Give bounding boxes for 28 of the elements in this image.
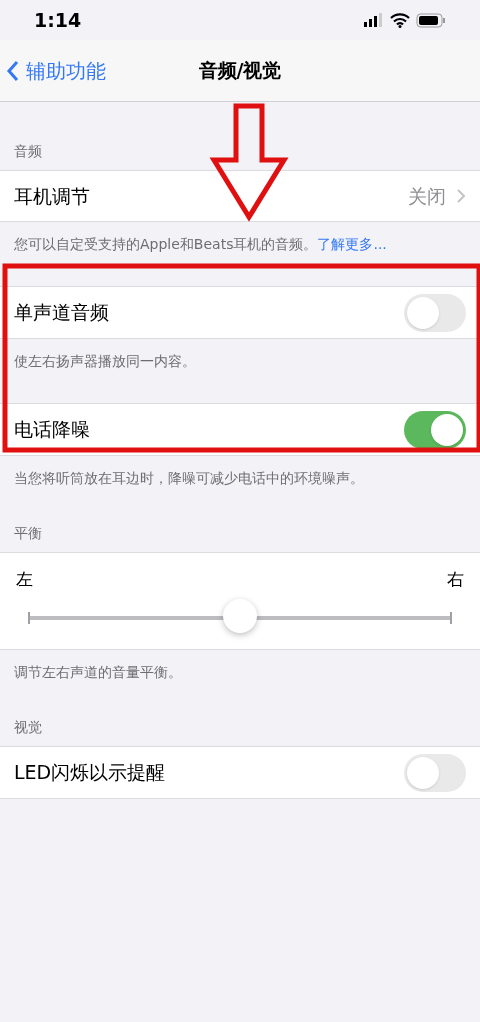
toggle-switch[interactable] <box>404 410 466 449</box>
back-chevron-icon <box>6 59 20 82</box>
battery-icon <box>416 12 446 28</box>
row-label: LED闪烁以示提醒 <box>14 760 167 786</box>
toggle-switch[interactable] <box>404 293 466 332</box>
section-footer: 您可以自定受支持的Apple和Beats耳机的音频。了解更多... <box>14 236 387 252</box>
wifi-icon <box>390 12 410 28</box>
learn-more-link[interactable]: 了解更多... <box>317 236 387 252</box>
row-label: 耳机调节 <box>14 183 91 209</box>
chevron-icon <box>456 188 466 204</box>
toggle-switch[interactable] <box>404 753 466 792</box>
section-header: 视觉 <box>14 718 42 737</box>
row-value: 关闭 <box>408 183 446 209</box>
row-label: 电话降噪 <box>14 417 91 443</box>
section-footer: 调节左右声道的音量平衡。 <box>14 664 182 680</box>
page-title: 音频/视觉 <box>198 58 282 84</box>
slider-thumb[interactable] <box>223 598 257 633</box>
row-label: 单声道音频 <box>14 300 110 326</box>
section-header: 平衡 <box>14 524 42 543</box>
left-label: 左 <box>15 568 33 591</box>
section-header: 音频 <box>14 142 42 161</box>
signal-icon <box>364 13 384 27</box>
right-label: 右 <box>447 568 465 591</box>
status-time: 1:14 <box>34 7 83 33</box>
section-footer: 使左右扬声器播放同一内容。 <box>14 353 196 369</box>
section-footer: 当您将听筒放在耳边时，降噪可减少电话中的环境噪声。 <box>14 470 364 486</box>
settings-row[interactable]: 耳机调节 关闭 <box>0 170 480 222</box>
back-button[interactable]: 辅助功能 <box>0 55 106 86</box>
